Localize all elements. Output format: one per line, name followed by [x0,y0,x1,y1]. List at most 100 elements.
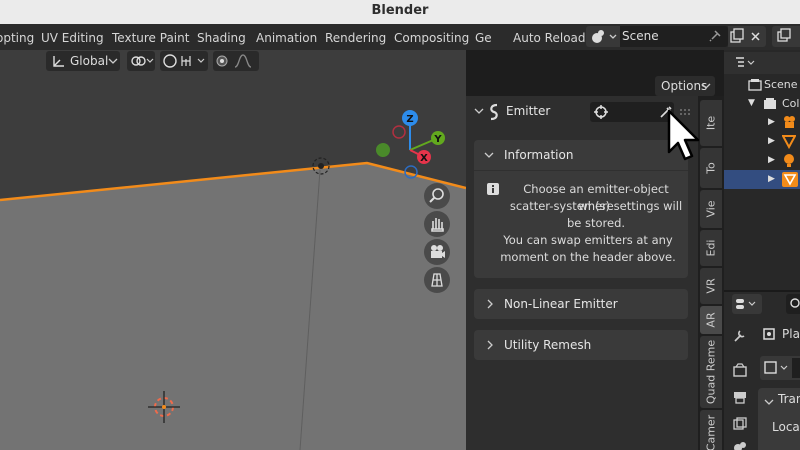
scene-type-button[interactable] [586,26,620,47]
scatter-icon [490,103,498,121]
outliner-scene-row[interactable]: Scene c [724,75,800,94]
chevron-down-icon [484,152,494,158]
outliner-mesh-row[interactable]: ▶ [724,132,800,151]
chevron-right-icon [487,299,493,309]
scene-name-field[interactable]: Scene [620,26,728,47]
outliner-light-row[interactable]: ▶ [724,151,800,170]
tab-rendering[interactable]: Rendering [325,24,386,50]
non-linear-emitter-panel[interactable]: Non-Linear Emitter [474,289,688,319]
gizmo-x-label: X [420,153,428,164]
properties-editor: Plar Tran Locat [724,290,800,450]
tab-camera[interactable]: Camer [700,410,722,450]
chevron-down-icon[interactable] [474,107,484,115]
tab-scripting[interactable]: opting [0,24,34,50]
tab-texture-paint[interactable]: Texture Paint [112,24,189,50]
tab-edit[interactable]: Edi [700,230,722,266]
transform-orientation-dropdown[interactable]: Global [46,51,120,71]
mesh-object-icon [782,135,796,149]
options-dropdown[interactable]: Options [655,76,715,96]
tab-view[interactable]: Vie [700,190,722,228]
information-title: Information [504,148,574,162]
information-header[interactable]: Information [474,140,688,170]
info-line-5: moment on the header above. [500,250,676,264]
object-icon [763,328,775,340]
outliner: Scene c ▼ Col ▶ ▶ ▶ ▶ [724,50,800,290]
gizmo-y-label: Y [433,134,442,145]
object-name: Plar [782,327,800,341]
properties-search[interactable] [786,294,800,314]
chevron-right-icon [487,340,493,350]
object-name-row[interactable]: Plar [758,322,800,346]
scene-collection-icon [748,79,762,91]
information-panel: Information Choose an emitter-object whe… [474,140,688,278]
pivot-point-dropdown[interactable] [127,51,155,71]
camera-object-icon [784,116,795,128]
tab-compositing[interactable]: Compositing [394,24,469,50]
tab-vr[interactable]: VR [700,268,722,304]
transform-panel: Tran Locat [758,388,800,450]
3d-viewport[interactable]: Global Z Y X [0,50,466,450]
utility-remesh-header[interactable]: Utility Remesh [474,330,688,360]
emitter-label: Emitter [506,104,551,118]
orientation-label: Global [70,54,109,68]
magnifier-icon [429,188,444,203]
link-icon [131,56,154,66]
auto-reload-label[interactable]: Auto Reload [513,24,586,50]
display-mode-icon[interactable] [734,56,756,70]
emitter-object-field[interactable] [590,102,674,122]
info-icon [487,183,499,195]
output-icon[interactable] [732,389,748,405]
pan-button[interactable] [424,211,450,237]
non-linear-emitter-title: Non-Linear Emitter [504,297,618,311]
viewport-header: Global [0,50,466,73]
outliner-header [724,52,800,74]
expand-arrow-icon[interactable]: ▶ [768,170,775,189]
editor-type-dropdown[interactable] [732,294,762,314]
view-layer-icon[interactable] [732,416,748,432]
pin-icon[interactable] [708,29,722,43]
layers-icon [777,28,791,42]
utility-remesh-panel[interactable]: Utility Remesh [474,330,688,360]
properties-icon [736,299,756,309]
view-layer-button[interactable] [772,26,800,47]
scene-props-icon[interactable] [732,440,748,450]
outliner-plane-row-selected[interactable]: ▶ [724,170,800,189]
delete-scene-button[interactable] [746,26,766,47]
tab-geometry-nodes[interactable]: Ge [475,24,492,50]
crosshair-icon [594,105,608,119]
tab-ar[interactable]: AR [700,306,722,334]
proportional-icon [216,54,252,68]
tab-uv-editing[interactable]: UV Editing [41,24,104,50]
expand-arrow-icon[interactable]: ▶ [768,113,775,132]
orientation-icon [53,56,64,67]
tab-quad-remesh[interactable]: Quad Reme [700,336,722,408]
blender-window: Blender opting UV Editing Texture Paint … [0,0,800,450]
expand-arrow-icon[interactable]: ▶ [768,132,775,151]
tool-icon[interactable] [732,328,748,344]
non-linear-emitter-header[interactable]: Non-Linear Emitter [474,289,688,319]
outliner-collection-row[interactable]: ▼ Col [724,94,800,113]
camera-view-button[interactable] [424,239,450,265]
tab-shading[interactable]: Shading [197,24,246,50]
object-data-dropdown[interactable] [760,356,800,380]
mesh-object-icon [782,172,798,187]
expand-arrow-icon[interactable]: ▶ [768,151,775,170]
new-scene-button[interactable] [728,26,746,47]
gizmo-z-label: Z [406,114,413,125]
chevron-down-icon[interactable] [764,398,774,406]
proportional-editing[interactable] [213,51,259,71]
expand-arrow-icon[interactable]: ▼ [748,94,755,113]
grid-icon [431,273,443,287]
snapping-dropdown[interactable] [160,51,208,71]
render-icon[interactable] [732,362,748,378]
scene-icon [592,30,617,43]
outliner-camera-row[interactable]: ▶ [724,113,800,132]
search-icon [790,298,800,308]
perspective-toggle-button[interactable] [424,267,450,293]
tab-animation[interactable]: Animation [256,24,317,50]
hand-icon [431,218,444,232]
zoom-button[interactable] [424,183,450,209]
workspace-tabs-bar: opting UV Editing Texture Paint Shading … [0,24,800,50]
transform-title: Tran [778,392,800,406]
navigation-gizmo[interactable]: Z Y X [370,110,450,190]
